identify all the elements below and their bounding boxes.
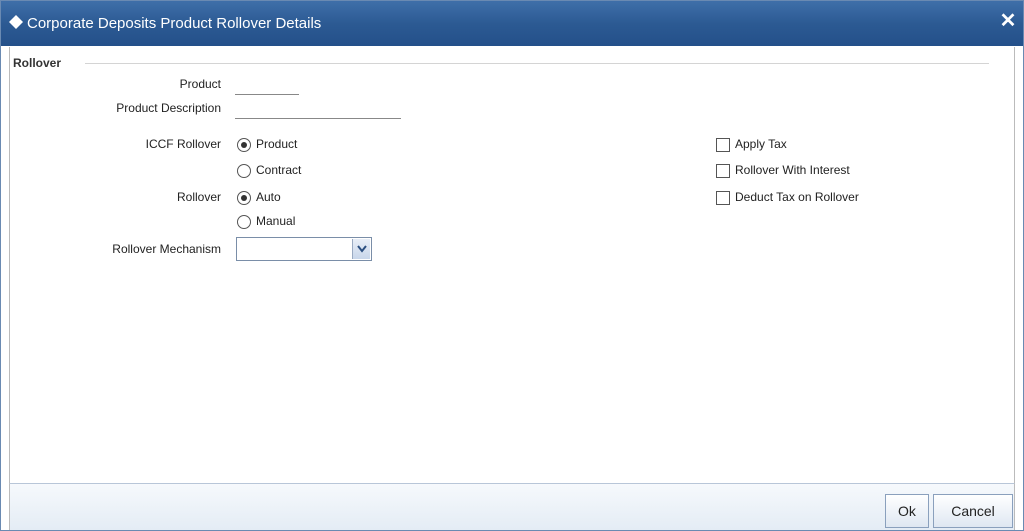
rollover-label: Rollover: [176, 190, 221, 204]
deduct-tax-on-rollover-label: Deduct Tax on Rollover: [735, 190, 859, 204]
product-description-underline: [235, 118, 401, 119]
section-title: Rollover: [13, 56, 62, 70]
window-title: Corporate Deposits Product Rollover Deta…: [27, 15, 322, 32]
iccf-product-radio[interactable]: [237, 138, 251, 152]
rollover-auto-label: Auto: [256, 190, 281, 204]
rollover-mechanism-label: Rollover Mechanism: [112, 242, 221, 256]
chevron-down-icon[interactable]: [352, 239, 370, 259]
rollover-with-interest-checkbox[interactable]: [716, 164, 730, 178]
rollover-with-interest-label: Rollover With Interest: [735, 163, 850, 177]
iccf-contract-radio[interactable]: [237, 164, 251, 178]
rollover-manual-label: Manual: [256, 214, 296, 228]
rollover-mechanism-select[interactable]: [236, 237, 372, 261]
iccf-contract-label: Contract: [256, 163, 302, 177]
section-divider: [85, 63, 989, 64]
product-description-label: Product Description: [116, 101, 221, 115]
apply-tax-checkbox[interactable]: [716, 138, 730, 152]
product-field-underline: [235, 94, 299, 95]
dialog-window: Corporate Deposits Product Rollover Deta…: [0, 0, 1024, 531]
rollover-auto-radio[interactable]: [237, 191, 251, 205]
ok-button[interactable]: Ok: [885, 494, 929, 528]
rollover-manual-radio[interactable]: [237, 215, 251, 229]
close-icon[interactable]: ✕: [997, 10, 1019, 32]
cancel-button[interactable]: Cancel: [933, 494, 1013, 528]
apply-tax-label: Apply Tax: [735, 137, 787, 151]
footer-bar: [9, 483, 1015, 530]
product-label: Product: [179, 77, 221, 91]
deduct-tax-on-rollover-checkbox[interactable]: [716, 191, 730, 205]
iccf-rollover-label: ICCF Rollover: [145, 137, 221, 151]
diamond-icon: [8, 14, 24, 30]
title-bar[interactable]: Corporate Deposits Product Rollover Deta…: [1, 1, 1023, 46]
iccf-product-label: Product: [256, 137, 298, 151]
